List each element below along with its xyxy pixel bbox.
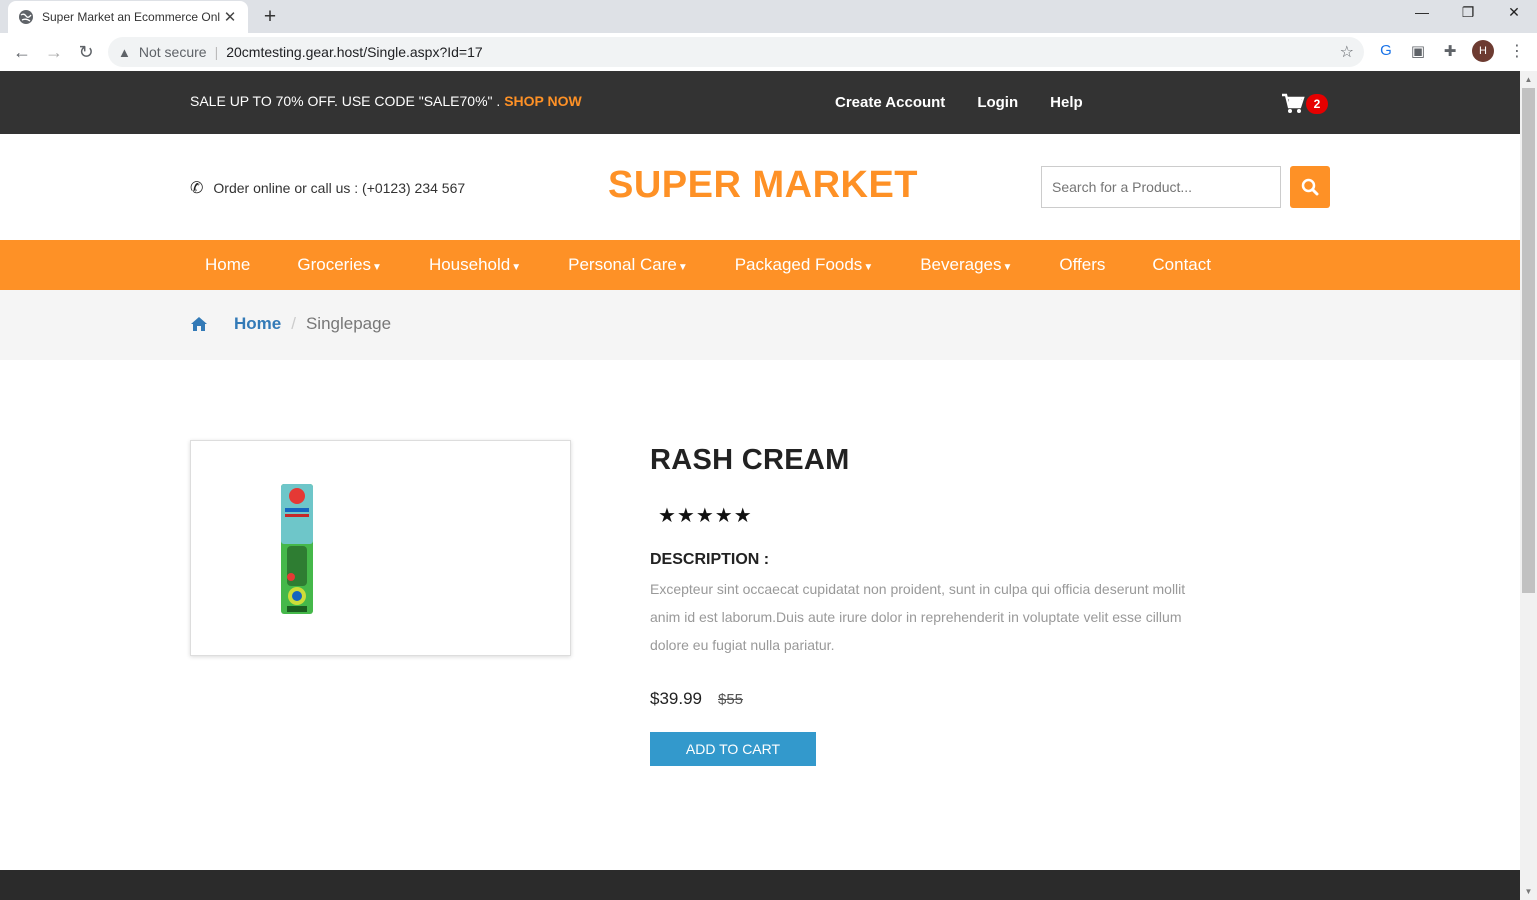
product-image[interactable] (279, 484, 315, 614)
reload-icon[interactable]: ↻ (70, 42, 102, 63)
original-price: $55 (718, 691, 744, 708)
close-tab-icon[interactable]: ✕ (222, 8, 238, 26)
site-logo[interactable]: SUPER MARKET (608, 164, 918, 207)
close-window-button[interactable]: ✕ (1491, 4, 1537, 21)
promo-banner: SALE UP TO 70% OFF. USE CODE "SALE70%" .… (190, 93, 582, 109)
browser-chrome: Super Market an Ecommerce Onl ✕ + — ❐ ✕ … (0, 0, 1537, 71)
product-details: RASH CREAM ★★★★★ DESCRIPTION : Excepteur… (650, 444, 1190, 766)
nav-packaged-foods[interactable]: Packaged Foods▼ (735, 255, 874, 275)
search-icon (1301, 178, 1319, 196)
minimize-button[interactable]: — (1399, 4, 1445, 20)
breadcrumb-current: Singlepage (305, 314, 392, 333)
login-link[interactable]: Login (977, 94, 1018, 111)
forward-arrow-icon[interactable]: → (38, 42, 70, 63)
browser-tab[interactable]: Super Market an Ecommerce Onl ✕ (8, 1, 248, 33)
scroll-thumb[interactable] (1522, 88, 1535, 593)
nav-offers[interactable]: Offers (1059, 255, 1105, 275)
top-promo-bar: SALE UP TO 70% OFF. USE CODE "SALE70%" .… (0, 71, 1520, 134)
add-to-cart-button[interactable]: ADD TO CART (650, 732, 816, 766)
description-heading: DESCRIPTION : (650, 551, 770, 568)
home-icon[interactable] (190, 316, 208, 332)
breadcrumb-separator: / (291, 314, 296, 333)
new-tab-button[interactable]: + (259, 5, 281, 29)
puzzle-extension-icon[interactable]: ✚ (1440, 42, 1460, 60)
browser-toolbar: ← → ↻ ▲ Not secure | 20cmtesting.gear.ho… (0, 33, 1537, 71)
product-title: RASH CREAM (650, 444, 850, 476)
restore-button[interactable]: ❐ (1445, 4, 1491, 21)
site-header: ✆ Order online or call us : (+0123) 234 … (0, 134, 1520, 240)
footer (0, 870, 1520, 900)
star-rating: ★★★★★ (658, 505, 753, 527)
nav-household[interactable]: Household▼ (429, 255, 521, 275)
security-label: Not secure (138, 44, 207, 60)
create-account-link[interactable]: Create Account (835, 94, 945, 111)
url-text: 20cmtesting.gear.host/Single.aspx?Id=17 (226, 44, 483, 60)
product-image-frame (190, 440, 571, 656)
shopping-cart-icon (1282, 93, 1305, 113)
nav-groceries[interactable]: Groceries▼ (297, 255, 382, 275)
contact-phone: ✆ Order online or call us : (+0123) 234 … (190, 178, 465, 198)
address-bar[interactable]: ▲ Not secure | 20cmtesting.gear.host/Sin… (108, 37, 1364, 67)
scroll-up-arrow-icon[interactable]: ▲ (1520, 71, 1537, 88)
warning-icon: ▲ (118, 44, 131, 60)
shop-now-link[interactable]: SHOP NOW (504, 93, 582, 109)
menu-kebab-icon[interactable]: ⋮ (1509, 41, 1525, 61)
back-arrow-icon[interactable]: ← (6, 42, 38, 63)
tab-title: Super Market an Ecommerce Onl (42, 10, 221, 24)
bookmark-star-icon[interactable]: ☆ (1340, 42, 1354, 62)
caret-down-icon: ▼ (863, 262, 874, 273)
cart-button[interactable]: 2 (1281, 93, 1328, 120)
help-link[interactable]: Help (1050, 94, 1083, 111)
page-scrollbar[interactable]: ▲ ▼ (1520, 71, 1537, 900)
caret-down-icon: ▼ (511, 262, 522, 273)
caret-down-icon: ▼ (372, 262, 382, 273)
tab-strip: Super Market an Ecommerce Onl ✕ + — ❐ ✕ (0, 0, 1537, 33)
account-links: Create Account Login Help (835, 94, 1083, 111)
breadcrumb: Home / Singlepage (0, 290, 1520, 360)
caret-down-icon: ▼ (1002, 262, 1013, 273)
globe-icon (19, 10, 33, 24)
product-description: Excepteur sint occaecat cupidatat non pr… (650, 581, 1186, 653)
current-price: $39.99 (650, 689, 702, 708)
main-navigation: Home Groceries▼ Household▼ Personal Care… (0, 240, 1520, 290)
promo-text: SALE UP TO 70% OFF. USE CODE "SALE70%" . (190, 93, 501, 109)
caret-down-icon: ▼ (677, 262, 688, 273)
nav-beverages[interactable]: Beverages▼ (920, 255, 1012, 275)
scroll-down-arrow-icon[interactable]: ▼ (1520, 883, 1537, 900)
divider: | (214, 44, 219, 60)
price-block: $39.99 $55 (650, 689, 1190, 709)
phone-icon: ✆ (190, 180, 204, 197)
search-button[interactable] (1290, 166, 1330, 208)
profile-avatar[interactable]: H (1472, 40, 1494, 62)
cart-count-badge: 2 (1306, 94, 1328, 114)
phone-text: Order online or call us : (+0123) 234 56… (213, 180, 466, 196)
web-page: SALE UP TO 70% OFF. USE CODE "SALE70%" .… (0, 71, 1520, 900)
translate-extension-icon[interactable]: G (1376, 42, 1396, 59)
selenium-extension-icon[interactable]: ▣ (1408, 42, 1428, 60)
nav-home[interactable]: Home (205, 255, 250, 275)
breadcrumb-home-link[interactable]: Home (234, 314, 281, 334)
search-input[interactable] (1041, 166, 1281, 208)
nav-contact[interactable]: Contact (1152, 255, 1211, 275)
nav-personal-care[interactable]: Personal Care▼ (568, 255, 688, 275)
